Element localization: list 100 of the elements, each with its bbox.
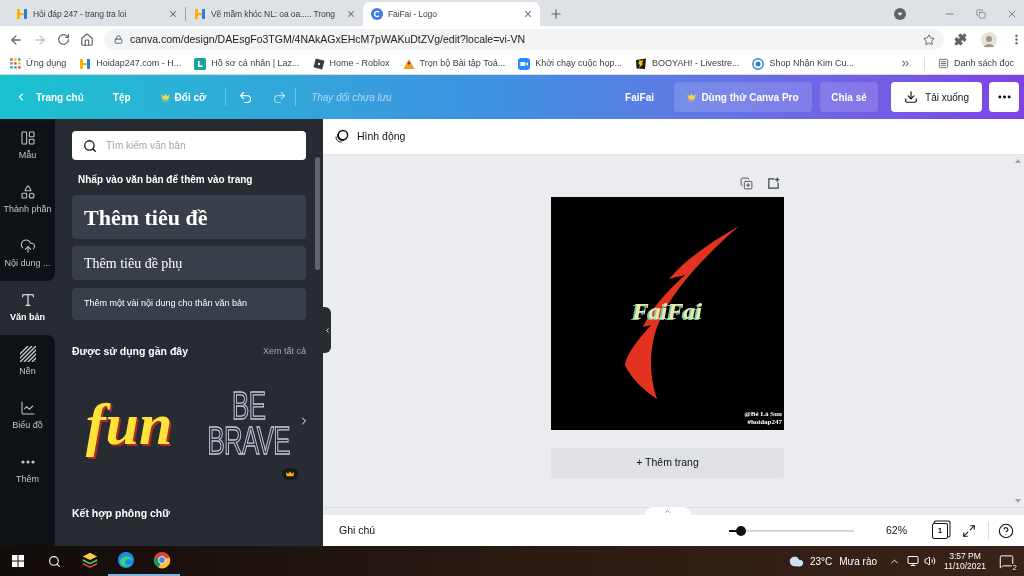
- logo-icon: [16, 8, 28, 20]
- scrollbar-thumb[interactable]: [315, 157, 320, 270]
- font-style-option[interactable]: BE BRAVE: [192, 371, 306, 486]
- collapse-panel-handle[interactable]: [323, 307, 331, 353]
- logo-icon: [79, 57, 92, 70]
- undo-icon[interactable]: [238, 89, 254, 105]
- close-icon[interactable]: [346, 9, 356, 19]
- bookmark-link[interactable]: Hoidap247.com - H...: [79, 56, 182, 71]
- clock-time[interactable]: 3:57 PM: [949, 550, 981, 561]
- notification-count: 2: [1011, 564, 1018, 572]
- text-icon: [19, 291, 36, 308]
- close-icon[interactable]: [523, 9, 533, 19]
- temperature-text[interactable]: 23°C: [809, 553, 833, 569]
- hatch-pattern-icon: [19, 345, 36, 362]
- reload-icon[interactable]: [57, 33, 70, 46]
- letter-tile-icon: [194, 57, 207, 70]
- fullscreen-icon[interactable]: [962, 523, 976, 538]
- hint-text: Nhấp vào văn bản để thêm vào trang: [77, 173, 254, 187]
- stacked-layers-icon: [81, 551, 99, 569]
- download-button[interactable]: Tải xuống: [891, 82, 982, 112]
- sidebar-tab[interactable]: Mẫu: [0, 119, 55, 173]
- more-icon: [997, 95, 1011, 99]
- add-page-icon[interactable]: [767, 176, 780, 190]
- save-status-text: Thay đổi chưa lưu: [311, 90, 392, 105]
- notification-icon[interactable]: [998, 553, 1014, 569]
- cloud-icon: [788, 553, 804, 569]
- help-icon[interactable]: [998, 522, 1014, 539]
- search-field[interactable]: Tìm kiếm văn bản: [72, 131, 306, 160]
- logo-icon: [194, 8, 206, 20]
- notes-button[interactable]: Ghi chú: [339, 522, 376, 539]
- clock-date[interactable]: 11/10/2021: [944, 561, 986, 572]
- bookmark-link[interactable]: BOOYAH! - Livestre...: [635, 56, 740, 71]
- triangle-icon: [402, 57, 415, 70]
- text-style-button[interactable]: Thêm một vài nội dung cho thân văn bản: [72, 288, 306, 320]
- shapes-icon: [19, 183, 36, 200]
- close-icon[interactable]: [1006, 8, 1018, 20]
- font-style-option[interactable]: fun: [72, 371, 186, 486]
- app-grid-icon: [10, 58, 21, 69]
- video-camera-icon: [518, 57, 531, 70]
- search-icon: [47, 554, 61, 568]
- ring-icon: [752, 57, 765, 70]
- bookmark-link[interactable]: Trọn bộ Bài tập Toá...: [402, 56, 506, 71]
- sidebar-tab[interactable]: Thêm: [0, 443, 55, 497]
- line-chart-icon: [19, 399, 36, 416]
- chevron-up-icon: [664, 507, 671, 515]
- more-bookmarks-icon[interactable]: [899, 58, 911, 69]
- more-button[interactable]: [989, 82, 1019, 112]
- text-style-button[interactable]: Thêm tiêu đề: [72, 195, 306, 239]
- sidebar-tab[interactable]: Nội dung ...: [0, 227, 55, 281]
- home-icon[interactable]: [80, 32, 94, 47]
- text-style-button[interactable]: Thêm tiêu đề phụ: [72, 246, 306, 280]
- circle-logo-icon: [371, 8, 383, 20]
- bookmark-link[interactable]: Ứng dụng: [10, 56, 67, 71]
- chevron-left-icon: [323, 326, 331, 334]
- crown-icon: [282, 467, 298, 480]
- notes-toggle-tab[interactable]: [644, 507, 691, 515]
- zoom-slider-track[interactable]: [729, 525, 854, 536]
- sidebar-tab[interactable]: Biểu đồ: [0, 389, 55, 443]
- reading-list-link[interactable]: Danh sách đọc: [937, 56, 1014, 71]
- section-title: Kết hợp phông chữ: [72, 505, 171, 522]
- crown-icon: [687, 92, 697, 102]
- close-icon[interactable]: [168, 9, 178, 19]
- list-icon: [937, 58, 949, 69]
- volume-icon[interactable]: [924, 555, 937, 567]
- bookmark-link[interactable]: Home - Roblox: [312, 56, 390, 71]
- monitor-icon[interactable]: [907, 555, 920, 567]
- bookmark-link[interactable]: Khởi chạy cuộc họp...: [518, 56, 623, 71]
- share-button[interactable]: Chia sẻ: [820, 82, 878, 112]
- download-icon: [904, 90, 919, 104]
- zoom-percentage[interactable]: 62%: [886, 522, 907, 539]
- lightning-badge-icon: [635, 57, 648, 70]
- page-count-button[interactable]: 1: [932, 522, 948, 539]
- dropdown-icon[interactable]: [894, 8, 906, 20]
- animate-button[interactable]: Hình động: [334, 128, 406, 145]
- sidebar-tab[interactable]: Nền: [0, 335, 55, 389]
- back-icon[interactable]: [9, 32, 23, 47]
- weather-text[interactable]: Mưa rào: [839, 553, 878, 569]
- search-icon: [83, 138, 97, 153]
- lock-icon: [114, 35, 123, 44]
- wave-circle-icon: [117, 551, 135, 569]
- browser-tab[interactable]: FaiFai - Logo: [363, 2, 540, 26]
- duplicate-icon[interactable]: [740, 176, 753, 190]
- zoom-slider-thumb[interactable]: [736, 525, 747, 536]
- layout-icon: [19, 129, 36, 146]
- extensions-icon[interactable]: [954, 33, 967, 46]
- see-all-link[interactable]: Xem tất cả: [262, 345, 306, 359]
- crown-icon: [160, 92, 170, 102]
- star-icon[interactable]: [923, 33, 935, 46]
- more-icon: [20, 459, 35, 464]
- cloud-upload-icon: [19, 237, 36, 254]
- animation-icon: [334, 129, 349, 144]
- address-bar[interactable]: canva.com/design/DAEsgFo3TGM/4NAkAGxEHcM7pWAKuDtZVg/edit?locale=vi-VN: [104, 29, 944, 50]
- bookmark-link[interactable]: Hồ sơ cá nhân | Laz...: [194, 56, 300, 71]
- bookmark-link[interactable]: Shop Nhận Kim Cu...: [752, 56, 854, 71]
- avatar-icon[interactable]: [981, 31, 997, 48]
- sidebar-tab[interactable]: Thành phần: [0, 173, 55, 227]
- design-title[interactable]: FaiFai: [625, 89, 654, 105]
- add-page-button[interactable]: + Thêm trang: [551, 448, 784, 478]
- section-title: Được sử dụng gần đây: [72, 344, 189, 360]
- segmented-circle-icon: [153, 551, 171, 569]
